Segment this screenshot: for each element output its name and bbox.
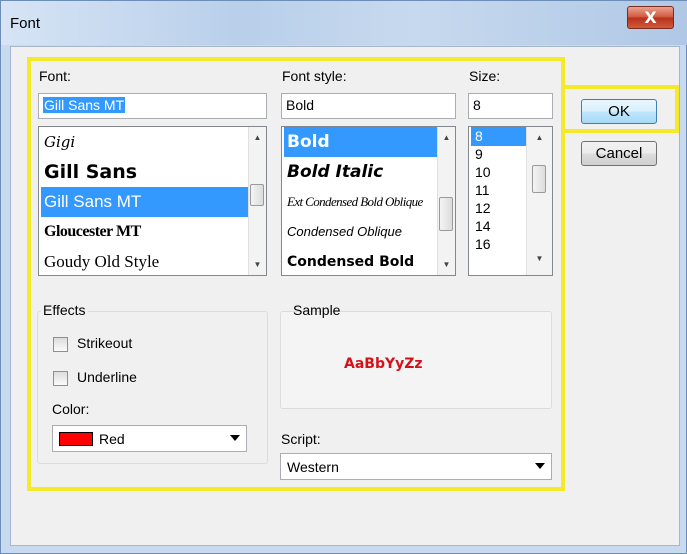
cancel-button[interactable]: Cancel: [581, 141, 657, 166]
script-value: Western: [287, 459, 339, 475]
font-list-item[interactable]: Gill Sans: [41, 157, 248, 187]
strikeout-checkbox[interactable]: [53, 337, 68, 352]
size-item[interactable]: 11: [475, 182, 490, 199]
font-style-item[interactable]: Bold Italic: [284, 157, 437, 187]
scroll-thumb[interactable]: [532, 165, 546, 193]
color-value: Red: [99, 431, 125, 447]
size-item[interactable]: 14: [475, 218, 491, 235]
scroll-thumb[interactable]: [250, 184, 264, 206]
ok-button[interactable]: OK: [581, 99, 657, 124]
size-item[interactable]: 10: [475, 164, 491, 181]
font-style-item[interactable]: Ext Condensed Bold Oblique: [284, 187, 437, 217]
script-select[interactable]: Western: [280, 453, 552, 480]
font-label: Font:: [39, 68, 71, 84]
font-style-item[interactable]: Condensed Bold: [284, 247, 437, 275]
size-item[interactable]: 12: [475, 200, 491, 217]
script-label: Script:: [281, 431, 321, 447]
scroll-up-icon[interactable]: ▲: [438, 129, 455, 146]
effects-label: Effects: [41, 302, 88, 318]
size-list[interactable]: 8 9 10 11 12 14 16 ▲ ▼: [468, 126, 553, 276]
size-item[interactable]: 16: [475, 236, 491, 253]
close-icon: X: [644, 8, 657, 27]
font-style-item-selected[interactable]: Bold: [284, 127, 437, 157]
font-style-scrollbar[interactable]: ▲ ▼: [437, 127, 455, 275]
font-list-item[interactable]: Gloucester MT: [41, 217, 248, 247]
scroll-thumb[interactable]: [439, 197, 453, 231]
font-dialog-window: Font X Font: Gill Sans MT Gigi Gill Sans…: [0, 0, 687, 554]
scroll-up-icon[interactable]: ▲: [249, 129, 266, 146]
scroll-down-icon[interactable]: ▼: [249, 256, 266, 273]
color-select[interactable]: Red: [52, 425, 247, 452]
size-list-scrollbar[interactable]: ▲ ▼: [526, 127, 552, 275]
color-label: Color:: [52, 401, 90, 417]
font-name-input[interactable]: Gill Sans MT: [38, 93, 267, 119]
scroll-down-icon[interactable]: ▼: [438, 256, 455, 273]
chevron-down-icon: [230, 435, 240, 441]
window-title: Font: [10, 15, 41, 32]
font-list-scrollbar[interactable]: ▲ ▼: [248, 127, 266, 275]
size-label: Size:: [469, 68, 501, 84]
underline-checkbox[interactable]: [53, 371, 68, 386]
sample-preview-text: AaBbYyZz: [344, 356, 423, 372]
title-bar[interactable]: Font X: [1, 1, 687, 45]
font-style-input[interactable]: Bold: [281, 93, 456, 119]
font-name-value: Gill Sans MT: [43, 97, 126, 113]
scroll-up-icon[interactable]: ▲: [527, 129, 552, 146]
font-list[interactable]: Gigi Gill Sans Gill Sans MT Gloucester M…: [38, 126, 267, 276]
font-list-item[interactable]: Goudy Old Style: [41, 247, 248, 275]
font-style-item[interactable]: Condensed Oblique: [284, 217, 437, 247]
chevron-down-icon: [535, 463, 545, 469]
font-list-item[interactable]: Gigi: [41, 127, 248, 157]
underline-label[interactable]: Underline: [77, 369, 137, 385]
font-style-label: Font style:: [282, 68, 347, 84]
size-input[interactable]: 8: [468, 93, 553, 119]
strikeout-label[interactable]: Strikeout: [77, 335, 132, 351]
size-item[interactable]: 9: [475, 146, 483, 163]
size-item-selected[interactable]: 8: [471, 127, 531, 146]
font-style-list[interactable]: Bold Bold Italic Ext Condensed Bold Obli…: [281, 126, 456, 276]
close-button[interactable]: X: [627, 6, 674, 29]
font-list-item-selected[interactable]: Gill Sans MT: [41, 187, 248, 217]
sample-label: Sample: [293, 302, 341, 318]
color-swatch: [59, 432, 93, 446]
scroll-down-icon[interactable]: ▼: [527, 250, 552, 267]
